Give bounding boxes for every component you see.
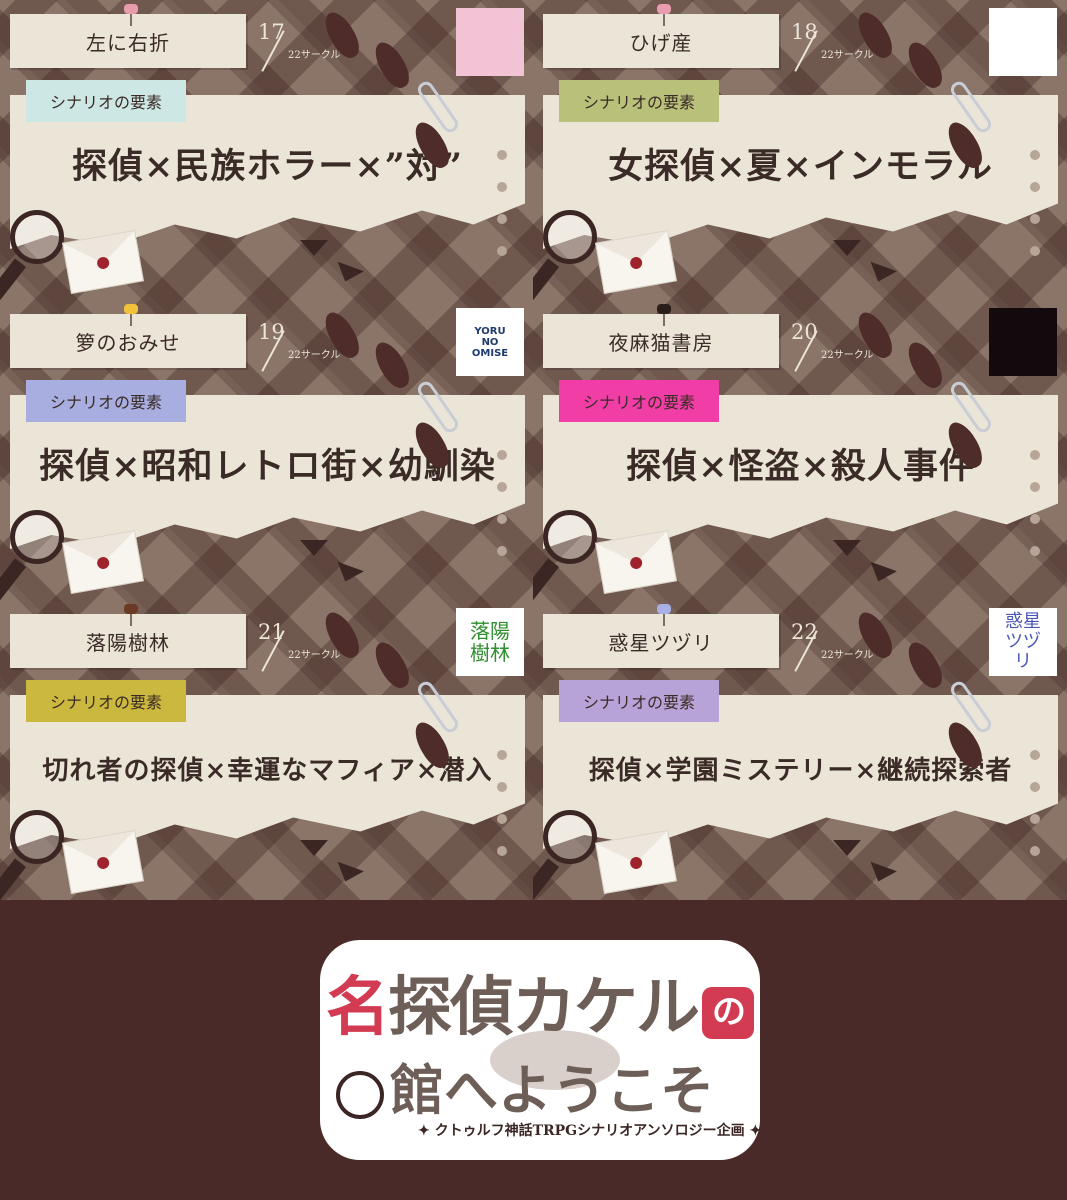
logo-text: 落陽 樹林 — [470, 619, 510, 665]
circle-total: 22サークル — [821, 50, 874, 61]
circle-card-19: 箩のおみせ 19 22サークル YORU NO OMISE シナリオの要素 探偵… — [0, 300, 533, 600]
envelope-icon — [595, 229, 677, 295]
magnifier-icon — [543, 210, 597, 264]
wax-seal — [629, 556, 644, 570]
title-main: 探偵カケル — [388, 970, 700, 1045]
gem-icon — [332, 861, 364, 887]
footprint-icon — [902, 337, 948, 393]
pushpin-icon — [657, 4, 671, 26]
magnifier-icon — [10, 810, 64, 864]
circle-total: 22サークル — [288, 50, 341, 61]
logo-text: YORU NO OMISE — [471, 325, 509, 359]
circle-total: 22サークル — [288, 350, 341, 361]
footprint-icon — [369, 637, 415, 693]
gem-icon — [833, 840, 861, 856]
title-line-2: 館へようこそ — [336, 1046, 714, 1125]
pin-head — [657, 4, 671, 14]
checkered-background: 左に右折 17 22サークル シナリオの要素 探偵×民族ホラー×”対” ひげ産 … — [0, 0, 1067, 900]
magnifier-handle — [0, 858, 27, 900]
magnifier-handle — [533, 558, 560, 600]
circle-card-22: 惑星ツヅリ 22 22サークル 惑星 ツヅリ シナリオの要素 探偵×学園ミステリ… — [533, 600, 1066, 900]
elements-ribbon: シナリオの要素 — [26, 680, 187, 722]
elements-ribbon: シナリオの要素 — [559, 680, 720, 722]
wax-seal — [96, 556, 111, 570]
gem-icon — [332, 561, 364, 587]
pushpin-icon — [657, 604, 671, 626]
event-title-logo: 名探偵カケルの 館へようこそ ✦ クトゥルフ神話TRPGシナリオアンソロジー企画… — [320, 940, 780, 1180]
envelope-icon — [595, 529, 677, 595]
elements-ribbon: シナリオの要素 — [26, 80, 187, 122]
gem-icon — [865, 861, 897, 887]
magnifier-icon — [543, 510, 597, 564]
pushpin-icon — [657, 304, 671, 326]
gem-icon — [833, 540, 861, 556]
circle-total: 22サークル — [821, 350, 874, 361]
footer-banner: 名探偵カケルの 館へようこそ ✦ クトゥルフ神話TRPGシナリオアンソロジー企画… — [0, 900, 1067, 1200]
gem-icon — [865, 561, 897, 587]
pin-head — [124, 604, 138, 614]
gem-icon — [833, 240, 861, 256]
pin-head — [657, 604, 671, 614]
footprint-icon — [902, 37, 948, 93]
magnifier-icon — [10, 510, 64, 564]
circle-logo — [456, 8, 524, 76]
magnifier-handle — [533, 858, 560, 900]
magnifier-handle — [533, 258, 560, 300]
wax-seal — [96, 256, 111, 270]
logo-text: 惑星 ツヅリ — [1005, 611, 1041, 672]
gem-icon — [300, 240, 328, 256]
circle-card-18: ひげ産 18 22サークル シナリオの要素 女探偵×夏×インモラル — [533, 0, 1066, 300]
gem-icon — [865, 261, 897, 287]
elements-ribbon: シナリオの要素 — [559, 380, 720, 422]
circle-total: 22サークル — [288, 650, 341, 661]
footprint-icon — [369, 337, 415, 393]
title-line-1: 名探偵カケルの — [326, 956, 754, 1048]
gem-icon — [332, 261, 364, 287]
circle-total: 22サークル — [821, 650, 874, 661]
footprint-icon — [902, 637, 948, 693]
circle-logo — [989, 308, 1057, 376]
pushpin-icon — [124, 604, 138, 626]
envelope-icon — [595, 829, 677, 895]
magnifier-icon — [10, 210, 64, 264]
circle-logo — [989, 8, 1057, 76]
circle-logo: YORU NO OMISE — [456, 308, 524, 376]
circle-logo: 落陽 樹林 — [456, 608, 524, 676]
gem-icon — [300, 840, 328, 856]
gem-icon — [300, 540, 328, 556]
wax-seal — [96, 856, 111, 870]
title-no-badge: の — [702, 986, 754, 1039]
pin-head — [124, 4, 138, 14]
pushpin-icon — [124, 304, 138, 326]
title-line-2-text: 館へようこそ — [390, 1058, 714, 1122]
envelope-icon — [62, 529, 144, 595]
wax-seal — [629, 256, 644, 270]
circle-card-20: 夜麻猫書房 20 22サークル シナリオの要素 探偵×怪盗×殺人事件 — [533, 300, 1066, 600]
title-red-char: 名 — [326, 970, 390, 1045]
magnifier-handle — [0, 258, 27, 300]
elements-ribbon: シナリオの要素 — [26, 380, 187, 422]
circle-logo: 惑星 ツヅリ — [989, 608, 1057, 676]
envelope-icon — [62, 829, 144, 895]
pushpin-icon — [124, 4, 138, 26]
envelope-icon — [62, 229, 144, 295]
circle-card-21: 落陽樹林 21 22サークル 落陽 樹林 シナリオの要素 切れ者の探偵×幸運なマ… — [0, 600, 533, 900]
pin-head — [124, 304, 138, 314]
elements-ribbon: シナリオの要素 — [559, 80, 720, 122]
magnifier-ring-icon — [336, 1070, 384, 1119]
pin-head — [657, 304, 671, 314]
magnifier-handle — [0, 558, 27, 600]
circle-card-17: 左に右折 17 22サークル シナリオの要素 探偵×民族ホラー×”対” — [0, 0, 533, 300]
magnifier-icon — [543, 810, 597, 864]
footprint-icon — [369, 37, 415, 93]
wax-seal — [629, 856, 644, 870]
title-subtitle: ✦ クトゥルフ神話TRPGシナリオアンソロジー企画 ✦ — [418, 1123, 762, 1139]
